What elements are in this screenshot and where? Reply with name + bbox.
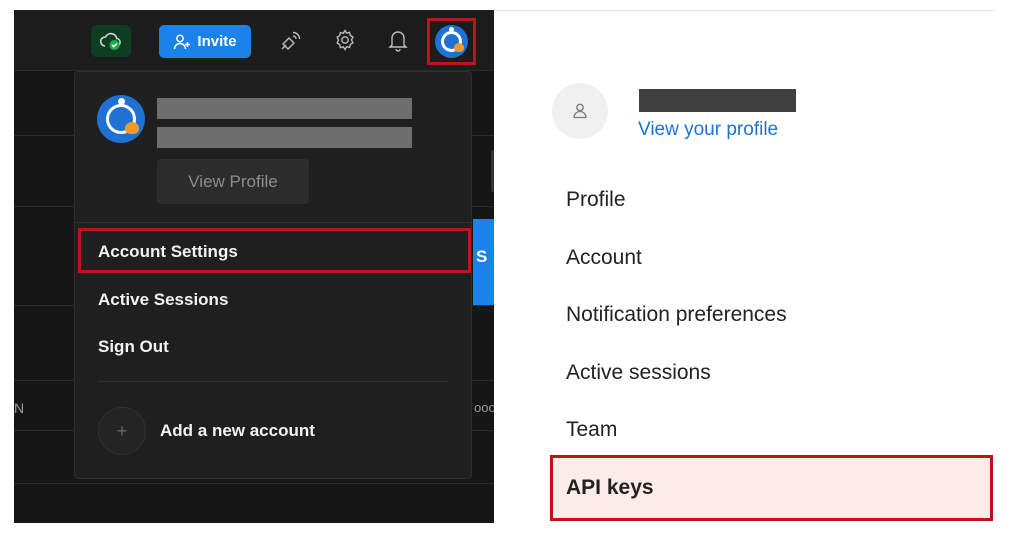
active-sessions-item[interactable]: Active Sessions [98, 290, 228, 310]
plus-icon: + [98, 407, 146, 455]
user-avatar-icon [97, 95, 145, 143]
divider [75, 222, 471, 223]
add-user-icon [174, 34, 191, 49]
divider [494, 10, 995, 11]
add-account-label: Add a new account [160, 421, 315, 440]
view-your-profile-link[interactable]: View your profile [638, 119, 778, 141]
menu-item-account[interactable]: Account [566, 246, 642, 270]
highlight-box [78, 228, 471, 273]
person-icon [573, 103, 587, 119]
divider [98, 381, 448, 382]
app-window-dark: Invite S N ooo View Profile Account Sett… [14, 10, 494, 523]
account-avatar-button[interactable] [427, 18, 476, 65]
notifications-button[interactable] [383, 25, 413, 55]
menu-item-active-sessions[interactable]: Active sessions [566, 361, 711, 385]
menu-item-team[interactable]: Team [566, 418, 617, 442]
invite-button[interactable]: Invite [159, 25, 251, 58]
background-primary-button[interactable]: S [473, 219, 494, 305]
background-row-letter: N [14, 400, 25, 416]
view-profile-button[interactable]: View Profile [157, 159, 309, 204]
account-dropdown: View Profile Account Settings Active Ses… [74, 71, 472, 479]
user-avatar-icon [435, 25, 468, 58]
cloud-sync-button[interactable] [91, 25, 131, 57]
redacted-email [157, 127, 412, 148]
satellite-button[interactable] [276, 25, 306, 55]
dropdown-avatar [97, 95, 145, 143]
sign-out-item[interactable]: Sign Out [98, 337, 169, 357]
cloud-check-icon [99, 32, 121, 50]
settings-button[interactable] [330, 25, 360, 55]
bell-icon [388, 31, 408, 52]
gear-icon [336, 29, 354, 51]
redacted-name [157, 98, 412, 119]
add-account-item[interactable]: + Add a new account [98, 407, 315, 455]
settings-panel: View your profile Profile Account Notifi… [494, 0, 1013, 543]
row-more-icon[interactable]: ooo [474, 400, 494, 415]
menu-item-profile[interactable]: Profile [566, 188, 626, 212]
api-keys-label: API keys [566, 476, 654, 499]
background-button-letter: S [476, 247, 488, 266]
menu-item-notification-preferences[interactable]: Notification preferences [566, 303, 787, 327]
invite-label: Invite [197, 33, 237, 50]
redacted-username [639, 89, 796, 112]
profile-avatar [552, 83, 608, 139]
top-bar: Invite [14, 10, 494, 70]
divider [14, 483, 494, 484]
satellite-icon [281, 31, 301, 50]
menu-item-api-keys[interactable]: API keys [550, 455, 993, 521]
